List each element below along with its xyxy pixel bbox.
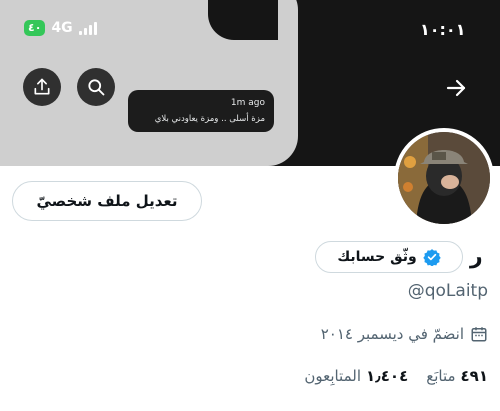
joined-label: انضمّ في ديسمبر ٢٠١٤ (320, 325, 464, 343)
profile-handle: @qoLaitp (407, 281, 488, 301)
calendar-icon (471, 327, 487, 342)
follow-stats: ٤٩١ متابَع ١٫٤٠٤ المتابِعون (304, 367, 488, 385)
verify-account-label: وثّق حسابك (337, 249, 417, 265)
notification-message: مزة أسلى .. ومزة يعاودني بلاي (154, 114, 265, 124)
following-label: متابَع (426, 367, 456, 385)
search-icon (88, 79, 105, 96)
status-time: ١٠:٠١ (420, 20, 466, 39)
followers-link[interactable]: ١٫٤٠٤ المتابِعون (304, 367, 408, 385)
following-count: ٤٩١ (460, 367, 488, 385)
status-bar-left: ٤٠ 4G (24, 20, 97, 36)
signal-icon (78, 21, 97, 35)
following-link[interactable]: ٤٩١ متابَع (426, 367, 488, 385)
verified-badge-icon (422, 249, 441, 266)
avatar-photo (398, 132, 490, 224)
share-button[interactable] (23, 68, 61, 106)
joined-date: انضمّ في ديسمبر ٢٠١٤ (321, 325, 488, 343)
followers-label: المتابِعون (304, 367, 361, 385)
battery-indicator: ٤٠ (24, 20, 46, 36)
edit-profile-button[interactable]: تعديل ملف شخصيّ (12, 181, 202, 221)
back-button[interactable] (442, 76, 470, 100)
arrow-right-icon (446, 79, 466, 97)
notification-time: 1m ago (230, 98, 265, 108)
network-label: 4G (51, 20, 73, 36)
share-icon (34, 78, 50, 95)
verify-account-button[interactable]: وثّق حسابك (315, 241, 463, 273)
banner-notification: 1m ago مزة أسلى .. ومزة يعاودني بلاي (128, 90, 274, 132)
search-button[interactable] (77, 68, 115, 106)
avatar[interactable] (394, 128, 494, 228)
followers-count: ١٫٤٠٤ (366, 367, 409, 385)
display-name: ر (470, 244, 483, 269)
